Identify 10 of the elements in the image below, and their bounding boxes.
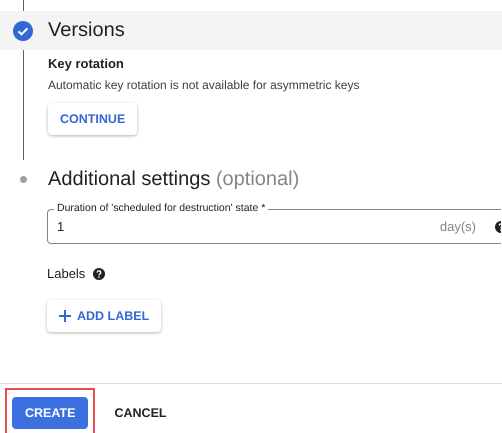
continue-button[interactable]: CONTINUE <box>48 103 138 135</box>
section-heading: Key rotation <box>48 56 125 71</box>
step-title: Versions <box>48 19 125 42</box>
add-label-button[interactable]: ADD LABEL <box>47 300 162 332</box>
create-button[interactable]: CREATE <box>12 397 88 429</box>
unit-suffix: day(s) <box>440 219 476 234</box>
labels-heading: Labels <box>47 266 86 281</box>
section-description: Automatic key rotation is not available for asymmetric keys <box>48 78 360 92</box>
cancel-button[interactable]: CANCEL <box>102 397 179 429</box>
step-title: Additional settings (optional) <box>48 168 300 191</box>
